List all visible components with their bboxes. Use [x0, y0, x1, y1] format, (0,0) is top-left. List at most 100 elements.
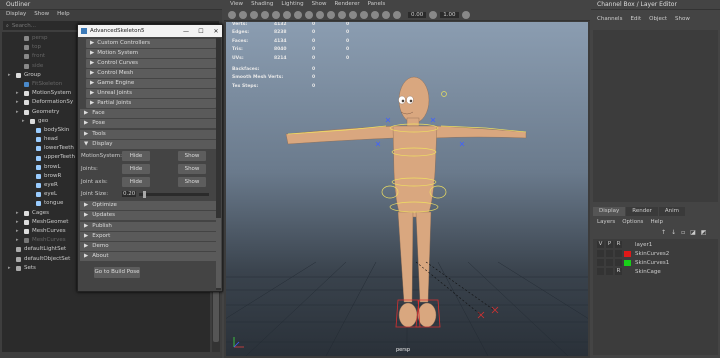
- channel-menu-object[interactable]: Object: [649, 15, 667, 24]
- viewport-menu-renderer[interactable]: Renderer: [334, 0, 359, 10]
- maximize-icon[interactable]: ☐: [195, 28, 207, 35]
- frame-pose[interactable]: ▶ Pose: [80, 119, 216, 129]
- advskel-subsection-1[interactable]: ▶ Motion System: [86, 49, 216, 58]
- layer-name[interactable]: SkinCage: [633, 269, 661, 275]
- advskel-subsection-2[interactable]: ▶ Control Curves: [86, 59, 216, 68]
- smooth-shade-icon[interactable]: [294, 11, 302, 19]
- joint-size-field[interactable]: 0.20: [122, 191, 136, 198]
- layer-visibility-toggle[interactable]: [597, 250, 604, 257]
- advskel-titlebar[interactable]: AdvancedSkeleton5 — ☐ ✕: [78, 25, 222, 37]
- layer-playback-toggle[interactable]: [606, 268, 613, 275]
- viewport-menu-lighting[interactable]: Lighting: [281, 0, 303, 10]
- expand-arrow-icon[interactable]: ▸: [16, 98, 21, 107]
- expand-arrow-icon[interactable]: ▸: [16, 227, 21, 236]
- channel-menu-channels[interactable]: Channels: [597, 15, 622, 24]
- layer-display-type-toggle[interactable]: R: [615, 268, 622, 275]
- resolution-gate-icon[interactable]: [272, 11, 280, 19]
- layer-menu-layers[interactable]: Layers: [597, 219, 615, 225]
- layer-display-type-toggle[interactable]: [615, 250, 622, 257]
- expand-arrow-icon[interactable]: ▸: [16, 108, 21, 117]
- textured-icon[interactable]: [305, 11, 313, 19]
- viewport-menu-panels[interactable]: Panels: [368, 0, 386, 10]
- layer-playback-toggle[interactable]: [606, 250, 613, 257]
- aa-icon[interactable]: [371, 11, 379, 19]
- viewport-menu-view[interactable]: View: [230, 0, 243, 10]
- bookmark-icon[interactable]: [239, 11, 247, 19]
- exposure-icon[interactable]: [393, 11, 401, 19]
- layer-row[interactable]: SkinCurves2: [593, 249, 718, 258]
- layer-visibility-toggle[interactable]: V: [597, 241, 604, 248]
- layer-color-swatch[interactable]: [624, 259, 631, 266]
- close-icon[interactable]: ✕: [210, 28, 222, 35]
- viewport-menu-shading[interactable]: Shading: [251, 0, 273, 10]
- frame-optimize[interactable]: ▶ Optimize: [80, 201, 216, 211]
- viewport-canvas[interactable]: Verts: 4132 0 0 Edges: 8238 0 0 Faces: 4134 0 0 Tris…: [226, 22, 588, 356]
- advskel-subsection-5[interactable]: ▶ Unreal Joints: [86, 89, 216, 98]
- frame-tools[interactable]: ▶ Tools: [80, 129, 216, 139]
- advskel-scrollbar-thumb[interactable]: [216, 218, 221, 288]
- hide-button[interactable]: Hide: [122, 151, 150, 162]
- frame-export[interactable]: ▶ Export: [80, 231, 216, 241]
- shadows-icon[interactable]: [327, 11, 335, 19]
- expand-arrow-icon[interactable]: ▸: [22, 117, 27, 126]
- search-input[interactable]: Search...: [12, 23, 36, 29]
- show-button[interactable]: Show: [178, 177, 206, 188]
- new-layer-selected-icon[interactable]: ◪: [690, 229, 696, 236]
- expand-arrow-icon[interactable]: ▸: [8, 71, 13, 80]
- channel-menu-edit[interactable]: Edit: [630, 15, 641, 24]
- expand-arrow-icon[interactable]: ▸: [16, 236, 21, 245]
- frame-demo[interactable]: ▶ Demo: [80, 241, 216, 251]
- gamma-icon[interactable]: [429, 11, 438, 19]
- color-management-icon[interactable]: [461, 11, 470, 19]
- hide-button[interactable]: Hide: [122, 164, 150, 175]
- expand-arrow-icon[interactable]: ▸: [16, 209, 21, 218]
- layer-row[interactable]: V P Rlayer1: [593, 240, 718, 249]
- layer-menu-help[interactable]: Help: [650, 219, 663, 225]
- expand-arrow-icon[interactable]: ▸: [16, 218, 21, 227]
- layer-name[interactable]: SkinCurves2: [633, 251, 669, 257]
- new-layer-icon[interactable]: ▫: [681, 229, 685, 236]
- layer-visibility-toggle[interactable]: [597, 259, 604, 266]
- outliner-menu-help[interactable]: Help: [57, 10, 70, 20]
- advskel-scrollbar[interactable]: [216, 38, 221, 290]
- layer-visibility-toggle[interactable]: [597, 268, 604, 275]
- outliner-menu-show[interactable]: Show: [34, 10, 49, 20]
- frame-publish[interactable]: ▶ Publish: [80, 221, 216, 231]
- minimize-icon[interactable]: —: [180, 28, 192, 35]
- expand-arrow-icon[interactable]: ▸: [16, 89, 21, 98]
- gamma-value[interactable]: 1.00: [440, 12, 459, 18]
- channel-menu-show[interactable]: Show: [675, 15, 690, 24]
- layer-display-type-toggle[interactable]: R: [615, 241, 622, 248]
- grid-icon[interactable]: [250, 11, 258, 19]
- layer-color-swatch[interactable]: [624, 250, 631, 257]
- layer-name[interactable]: SkinCurves1: [633, 260, 669, 266]
- joint-size-slider-handle[interactable]: [142, 190, 146, 198]
- layer-name[interactable]: layer1: [633, 242, 652, 248]
- layer-menu-options[interactable]: Options: [622, 219, 643, 225]
- frame-display[interactable]: ▼ Display: [80, 139, 216, 149]
- goto-build-pose-button[interactable]: Go to Build Pose: [94, 267, 140, 279]
- wireframe-icon[interactable]: [283, 11, 291, 19]
- advskel-subsection-4[interactable]: ▶ Game Engine: [86, 79, 216, 88]
- tab-render[interactable]: Render: [626, 207, 658, 216]
- isolate-icon[interactable]: [349, 11, 357, 19]
- frame-updates[interactable]: ▶ Updates: [80, 211, 216, 221]
- layer-display-type-toggle[interactable]: [615, 259, 622, 266]
- hide-button[interactable]: Hide: [122, 177, 150, 188]
- joint-size-slider[interactable]: [139, 190, 209, 198]
- exposure-value[interactable]: 0.00: [408, 12, 427, 18]
- layer-move-down-icon[interactable]: ↓: [671, 229, 676, 236]
- outliner-menu-display[interactable]: Display: [6, 10, 26, 20]
- frame-face[interactable]: ▶ Face: [80, 109, 216, 119]
- tab-display[interactable]: Display: [593, 207, 626, 216]
- lights-icon[interactable]: [316, 11, 324, 19]
- frame-about[interactable]: ▶ About: [80, 252, 216, 262]
- expand-arrow-icon[interactable]: ▸: [8, 264, 13, 273]
- advskel-subsection-6[interactable]: ▶ Partial Joints: [86, 99, 216, 108]
- advskel-subsection-0[interactable]: ▶ Custom Controllers: [86, 39, 216, 48]
- advskel-subsection-3[interactable]: ▶ Control Mesh: [86, 69, 216, 78]
- ao-icon[interactable]: [360, 11, 368, 19]
- dof-icon[interactable]: [382, 11, 390, 19]
- film-gate-icon[interactable]: [261, 11, 269, 19]
- show-button[interactable]: Show: [178, 151, 206, 162]
